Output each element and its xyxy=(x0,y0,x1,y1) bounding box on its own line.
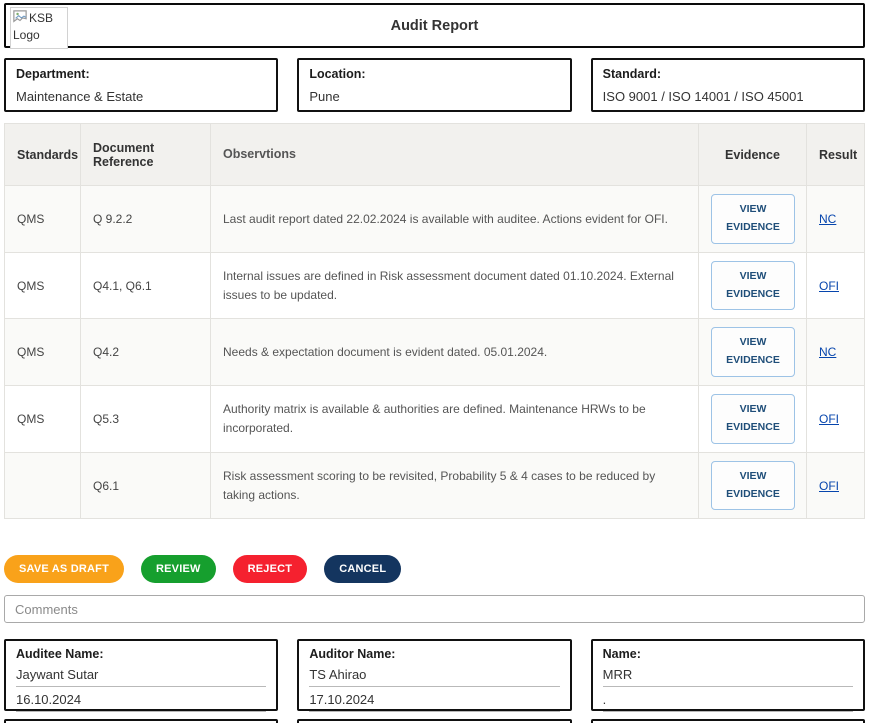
cell-doc-reference: Q 9.2.2 xyxy=(81,186,211,253)
cell-result: OFI xyxy=(807,252,865,319)
info-fields-row: Department: Maintenance & Estate Locatio… xyxy=(4,58,865,112)
location-label: Location: xyxy=(309,67,559,81)
auditee-date-input[interactable] xyxy=(16,690,266,712)
cell-result: OFI xyxy=(807,452,865,519)
cell-standard: QMS xyxy=(5,386,81,453)
cell-standard: QMS xyxy=(5,319,81,386)
cell-observation: Last audit report dated 22.02.2024 is av… xyxy=(211,186,699,253)
clipped-box xyxy=(591,719,865,723)
standard-field: Standard: ISO 9001 / ISO 14001 / ISO 450… xyxy=(591,58,865,112)
action-buttons-row: SAVE AS DRAFT REVIEW REJECT CANCEL xyxy=(4,555,865,583)
column-header-document-reference: Document Reference xyxy=(81,124,211,186)
cell-observation: Needs & expectation document is evident … xyxy=(211,319,699,386)
view-evidence-button[interactable]: VIEW EVIDENCE xyxy=(711,461,795,511)
cell-observation: Authority matrix is available & authorit… xyxy=(211,386,699,453)
auditor-signature-box: Auditor Name: xyxy=(297,639,571,711)
table-row: Q6.1 Risk assessment scoring to be revis… xyxy=(5,452,865,519)
result-link[interactable]: OFI xyxy=(819,279,839,293)
cell-result: NC xyxy=(807,319,865,386)
name-label: Name: xyxy=(603,647,853,661)
audit-report-page: Audit Report KSB Logo Department: Mainte… xyxy=(4,3,865,723)
report-header: Audit Report KSB Logo xyxy=(4,3,865,48)
department-field: Department: Maintenance & Estate xyxy=(4,58,278,112)
column-header-result: Result xyxy=(807,124,865,186)
cell-standard: QMS xyxy=(5,252,81,319)
standard-value: ISO 9001 / ISO 14001 / ISO 45001 xyxy=(603,89,853,104)
column-header-evidence: Evidence xyxy=(699,124,807,186)
auditor-name-label: Auditor Name: xyxy=(309,647,559,661)
cell-observation: Internal issues are defined in Risk asse… xyxy=(211,252,699,319)
clipped-bottom-row xyxy=(4,719,865,723)
name-signature-box: Name: xyxy=(591,639,865,711)
review-button[interactable]: REVIEW xyxy=(141,555,216,583)
name-date-input[interactable] xyxy=(603,690,853,712)
department-label: Department: xyxy=(16,67,266,81)
department-value: Maintenance & Estate xyxy=(16,89,266,104)
cell-doc-reference: Q4.1, Q6.1 xyxy=(81,252,211,319)
cell-result: NC xyxy=(807,186,865,253)
cell-evidence: VIEW EVIDENCE xyxy=(699,252,807,319)
reject-button[interactable]: REJECT xyxy=(233,555,308,583)
view-evidence-button[interactable]: VIEW EVIDENCE xyxy=(711,327,795,377)
cell-evidence: VIEW EVIDENCE xyxy=(699,386,807,453)
cell-result: OFI xyxy=(807,386,865,453)
column-header-standards: Standards xyxy=(5,124,81,186)
cell-doc-reference: Q5.3 xyxy=(81,386,211,453)
auditor-name-input[interactable] xyxy=(309,665,559,687)
view-evidence-button[interactable]: VIEW EVIDENCE xyxy=(711,194,795,244)
broken-image-icon xyxy=(13,10,27,24)
location-value: Pune xyxy=(309,89,559,104)
table-row: QMS Q 9.2.2 Last audit report dated 22.0… xyxy=(5,186,865,253)
table-row: QMS Q5.3 Authority matrix is available &… xyxy=(5,386,865,453)
table-row: QMS Q4.2 Needs & expectation document is… xyxy=(5,319,865,386)
cell-observation: Risk assessment scoring to be revisited,… xyxy=(211,452,699,519)
view-evidence-button[interactable]: VIEW EVIDENCE xyxy=(711,261,795,311)
location-field: Location: Pune xyxy=(297,58,571,112)
broken-logo-image: KSB Logo xyxy=(10,7,68,49)
clipped-box xyxy=(297,719,571,723)
cell-standard: QMS xyxy=(5,186,81,253)
cell-doc-reference: Q6.1 xyxy=(81,452,211,519)
audit-observations-table: Standards Document Reference Observtions… xyxy=(4,123,865,519)
page-title: Audit Report xyxy=(6,5,863,46)
clipped-box xyxy=(4,719,278,723)
cell-evidence: VIEW EVIDENCE xyxy=(699,452,807,519)
view-evidence-button[interactable]: VIEW EVIDENCE xyxy=(711,394,795,444)
cell-evidence: VIEW EVIDENCE xyxy=(699,319,807,386)
auditee-name-input[interactable] xyxy=(16,665,266,687)
cell-doc-reference: Q4.2 xyxy=(81,319,211,386)
cell-standard xyxy=(5,452,81,519)
signatures-row: Auditee Name: Auditor Name: Name: xyxy=(4,639,865,711)
result-link[interactable]: OFI xyxy=(819,412,839,426)
table-row: QMS Q4.1, Q6.1 Internal issues are defin… xyxy=(5,252,865,319)
result-link[interactable]: NC xyxy=(819,345,836,359)
standard-label: Standard: xyxy=(603,67,853,81)
table-header-row: Standards Document Reference Observtions… xyxy=(5,124,865,186)
result-link[interactable]: NC xyxy=(819,212,836,226)
cell-evidence: VIEW EVIDENCE xyxy=(699,186,807,253)
result-link[interactable]: OFI xyxy=(819,479,839,493)
save-as-draft-button[interactable]: SAVE AS DRAFT xyxy=(4,555,124,583)
comments-input[interactable] xyxy=(4,595,865,623)
column-header-observations: Observtions xyxy=(211,124,699,186)
auditee-signature-box: Auditee Name: xyxy=(4,639,278,711)
auditee-name-label: Auditee Name: xyxy=(16,647,266,661)
cancel-button[interactable]: CANCEL xyxy=(324,555,401,583)
auditor-date-input[interactable] xyxy=(309,690,559,712)
name-input[interactable] xyxy=(603,665,853,687)
